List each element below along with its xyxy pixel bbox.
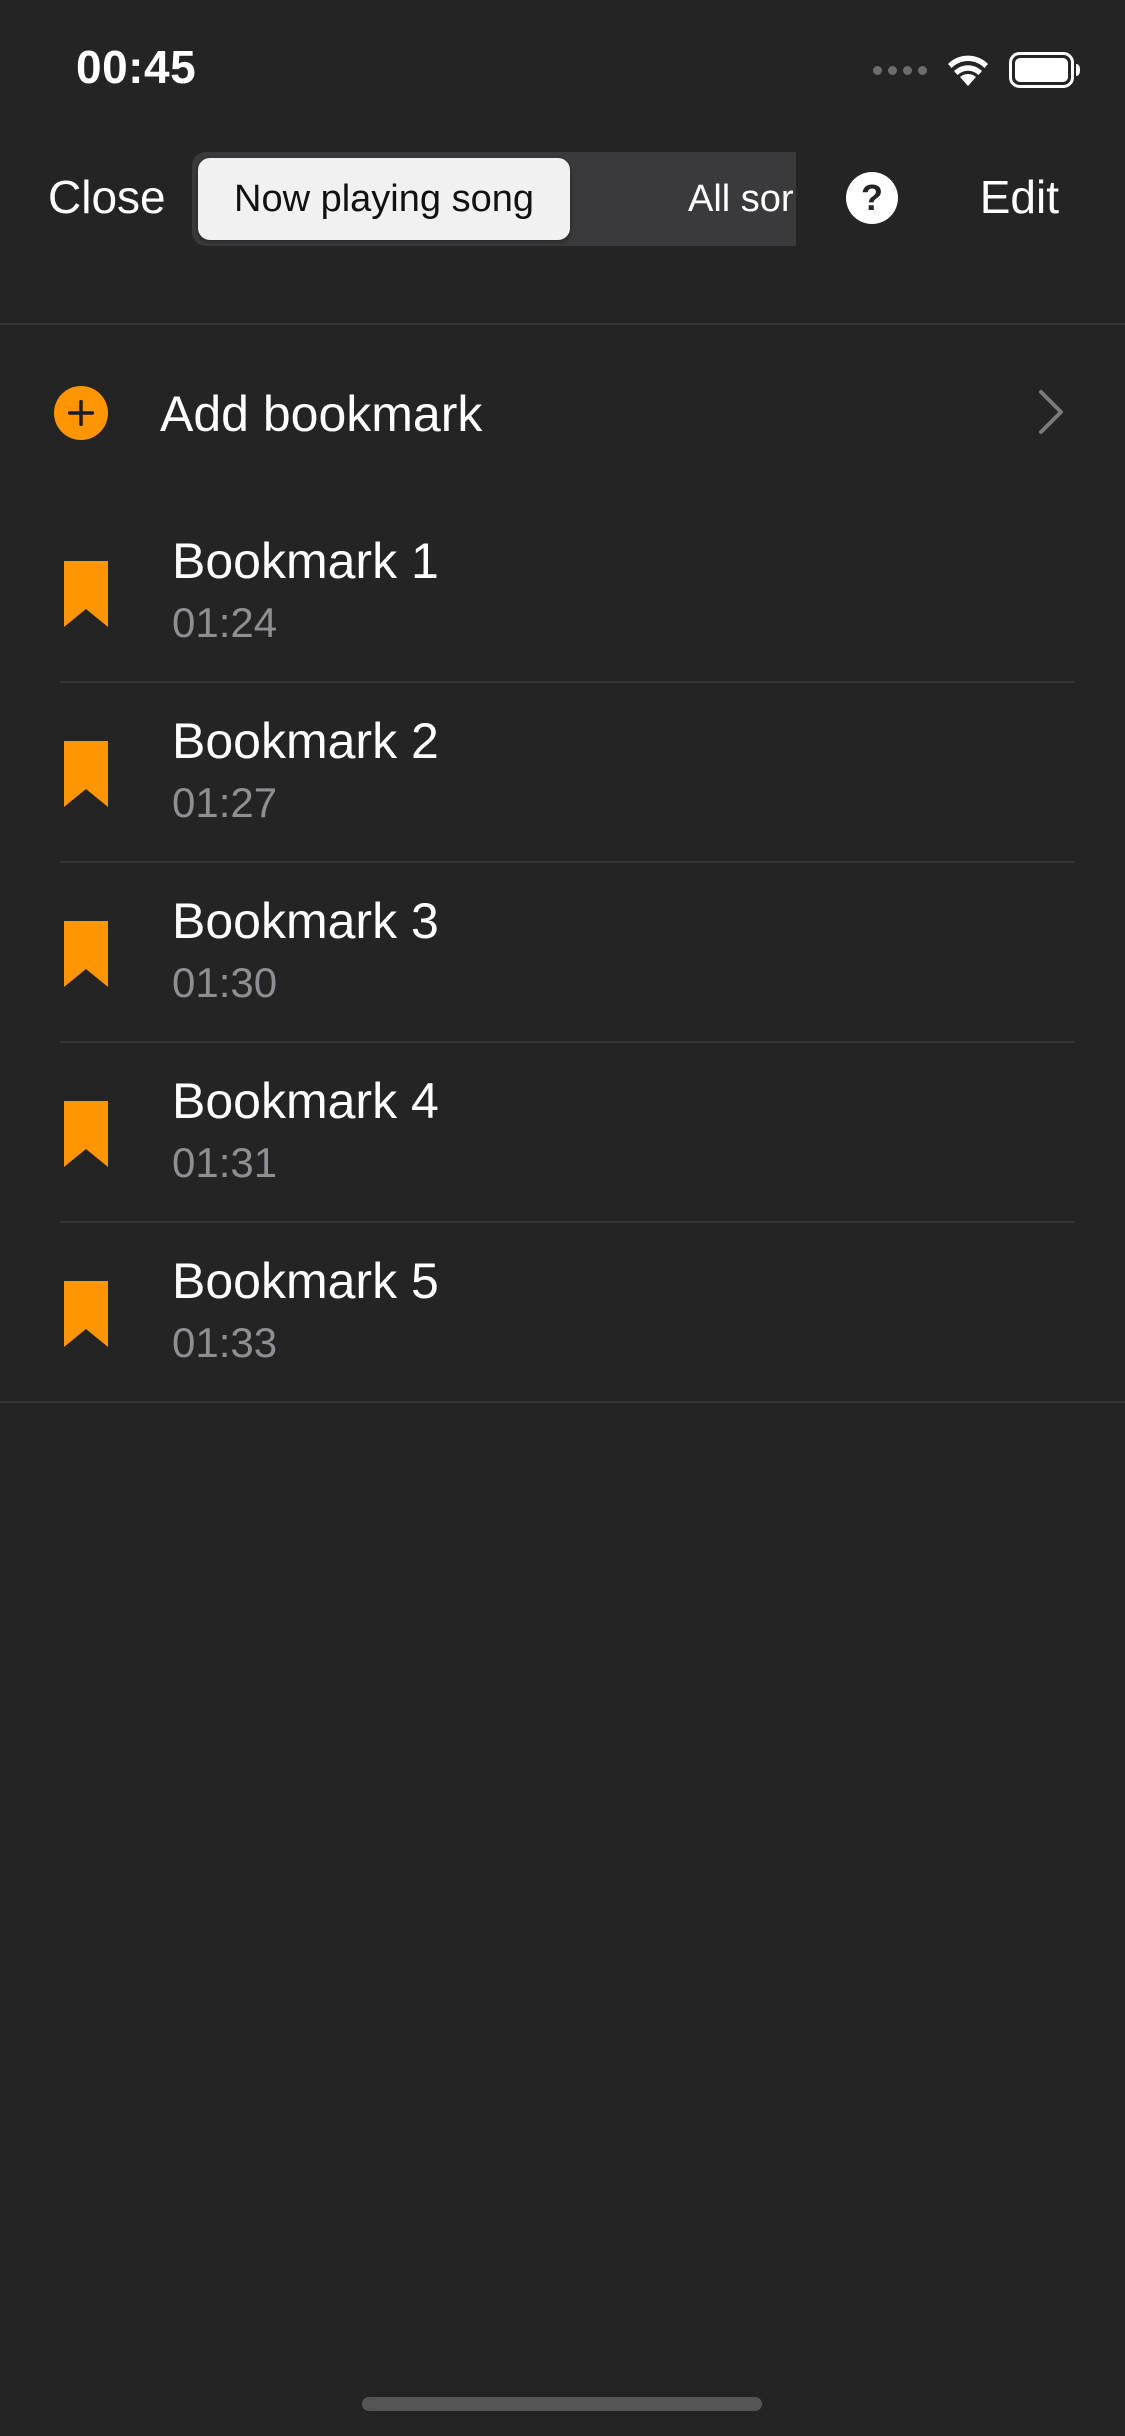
bookmark-time: 01:33 xyxy=(172,1319,278,1366)
segment-all-songs[interactable]: All sor xyxy=(688,158,794,240)
segment-now-playing[interactable]: Now playing song xyxy=(198,158,570,240)
close-button[interactable]: Close xyxy=(48,170,166,224)
bookmark-time: 01:24 xyxy=(172,599,278,646)
wifi-icon xyxy=(948,55,988,86)
status-time: 00:45 xyxy=(76,41,197,93)
plus-circle-icon xyxy=(54,386,108,440)
nav-bar: Close Now playing song All sor ? Edit xyxy=(0,150,1125,250)
list-item[interactable]: Bookmark 2 01:27 xyxy=(0,683,1125,863)
segmented-control: Now playing song All sor xyxy=(192,152,796,246)
status-icons xyxy=(873,50,1081,90)
bookmark-list: Bookmark 1 01:24 Bookmark 2 01:27 Bookma… xyxy=(0,503,1125,1403)
help-button[interactable]: ? xyxy=(846,172,898,224)
bookmark-title: Bookmark 2 xyxy=(172,713,439,769)
bookmark-icon xyxy=(64,1101,108,1167)
bookmark-icon xyxy=(64,921,108,987)
battery-icon xyxy=(1009,52,1080,88)
list-item[interactable]: Bookmark 3 01:30 xyxy=(0,863,1125,1043)
list-item[interactable]: Bookmark 1 01:24 xyxy=(0,503,1125,683)
edit-button[interactable]: Edit xyxy=(980,170,1059,224)
list-bottom-divider xyxy=(0,1401,1125,1403)
cellular-signal-icon xyxy=(873,65,927,75)
bookmark-icon xyxy=(64,741,108,807)
bookmark-time: 01:31 xyxy=(172,1139,278,1186)
bookmark-icon xyxy=(64,1281,108,1347)
bookmark-time: 01:30 xyxy=(172,959,278,1006)
home-indicator[interactable] xyxy=(362,2397,762,2411)
status-bar: 00:45 xyxy=(0,0,1125,140)
bookmark-icon xyxy=(64,561,108,627)
bookmark-title: Bookmark 4 xyxy=(172,1073,439,1129)
chevron-right-icon xyxy=(1039,390,1063,434)
bookmark-title: Bookmark 1 xyxy=(172,533,439,589)
list-item[interactable]: Bookmark 4 01:31 xyxy=(0,1043,1125,1223)
add-bookmark-row[interactable]: Add bookmark xyxy=(0,326,1125,502)
bookmark-time: 01:27 xyxy=(172,779,278,826)
list-item[interactable]: Bookmark 5 01:33 xyxy=(0,1223,1125,1403)
header-divider xyxy=(0,323,1125,325)
bookmark-title: Bookmark 3 xyxy=(172,893,439,949)
bookmark-title: Bookmark 5 xyxy=(172,1253,439,1309)
add-bookmark-label: Add bookmark xyxy=(160,386,483,442)
question-mark-icon: ? xyxy=(861,177,883,218)
